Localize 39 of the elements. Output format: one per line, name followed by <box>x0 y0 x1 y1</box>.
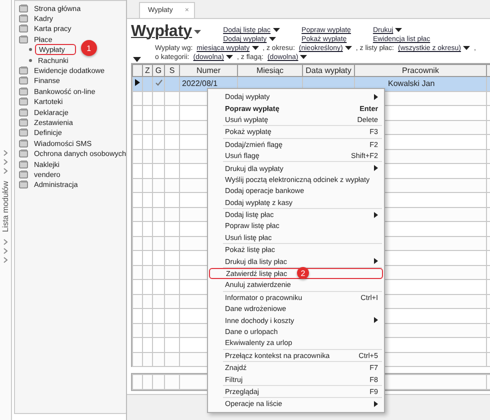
column-header[interactable]: Miesiąc <box>238 64 302 76</box>
module-icon <box>19 76 29 86</box>
module-icon <box>19 24 29 34</box>
panel-label[interactable]: Lista modułów <box>1 177 10 236</box>
module-icon <box>19 108 29 117</box>
module-icon <box>19 149 29 158</box>
module-icon <box>19 14 29 24</box>
column-header[interactable]: Z <box>142 64 152 76</box>
module-icon <box>19 128 29 138</box>
step-badge: 1 <box>80 40 97 56</box>
column-header[interactable]: Data wypłaty <box>302 64 354 76</box>
step-badge: 2 <box>297 267 309 280</box>
module-icon <box>19 66 29 76</box>
table-cell: 2022/08/1 <box>182 79 218 88</box>
caret-icon <box>463 46 470 51</box>
column-header[interactable]: G <box>152 64 164 76</box>
caret-icon <box>300 55 308 60</box>
module-icon <box>19 170 29 179</box>
bullet-icon <box>29 48 32 52</box>
caret-icon <box>344 46 352 51</box>
column-header[interactable]: Numer <box>180 64 238 76</box>
module-icon <box>19 4 29 13</box>
module-icon <box>19 160 29 169</box>
module-icon <box>19 180 29 190</box>
module-icon <box>19 86 29 96</box>
caret-icon <box>226 55 233 60</box>
column-header[interactable]: Pracownik <box>354 64 486 76</box>
module-icon <box>19 97 29 106</box>
view-title[interactable]: Wypłaty <box>131 23 202 41</box>
caret-icon <box>252 46 259 51</box>
module-icon <box>19 118 29 127</box>
module-icon <box>19 138 29 148</box>
column-header[interactable]: S <box>164 64 180 76</box>
row-pointer-icon <box>135 79 140 86</box>
caret-icon <box>194 30 202 34</box>
table-cell: Kowalski Jan <box>388 79 435 88</box>
module-icon <box>19 34 29 44</box>
check-icon <box>155 79 163 86</box>
bullet-icon <box>29 58 32 62</box>
